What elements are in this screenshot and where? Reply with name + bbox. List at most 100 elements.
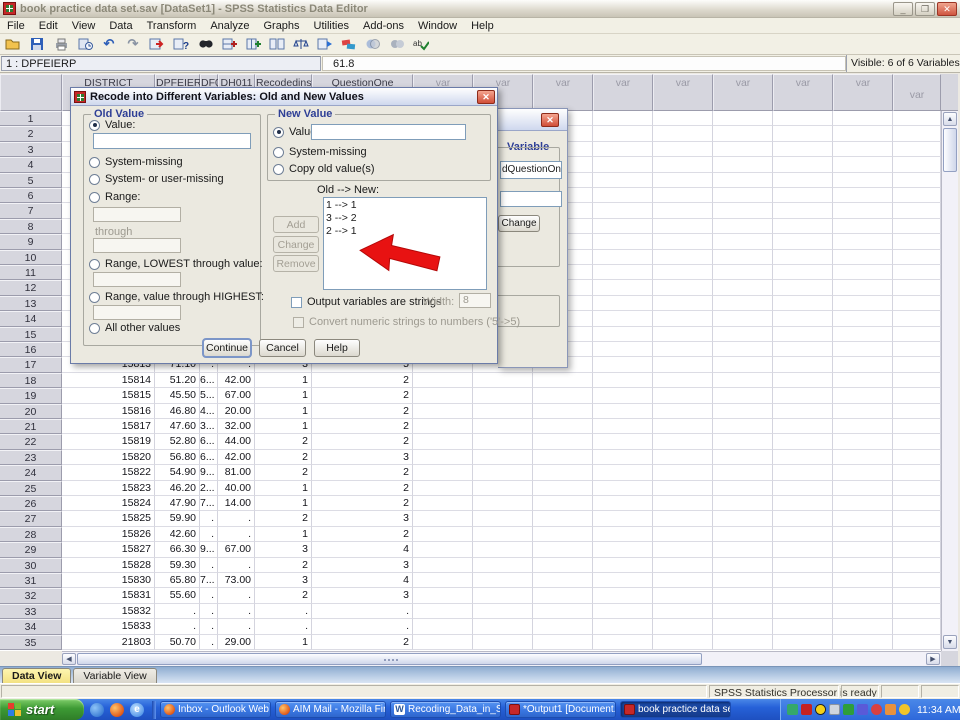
cell[interactable]: 6...	[200, 434, 218, 449]
cell[interactable]: 67.00	[218, 388, 255, 403]
cell[interactable]: 9...	[200, 542, 218, 557]
cell[interactable]	[713, 588, 773, 603]
cell[interactable]	[773, 635, 833, 650]
cell[interactable]	[413, 511, 473, 526]
cell[interactable]	[653, 619, 713, 634]
cell[interactable]: .	[200, 635, 218, 650]
cell[interactable]: .	[218, 527, 255, 542]
cell[interactable]	[713, 419, 773, 434]
cell[interactable]: .	[155, 604, 200, 619]
cell[interactable]	[773, 203, 833, 218]
horizontal-scroll-thumb[interactable]	[77, 653, 702, 665]
cell[interactable]	[593, 188, 653, 203]
cell[interactable]: .	[312, 619, 413, 634]
range-highest-radio[interactable]: Range, value through HIGHEST:	[89, 291, 264, 303]
cell[interactable]	[833, 465, 893, 480]
cell[interactable]	[653, 265, 713, 280]
cell[interactable]	[833, 450, 893, 465]
cell[interactable]	[713, 635, 773, 650]
output-variable-name-field[interactable]: dQuestionOne	[500, 161, 562, 179]
remove-button[interactable]: Remove	[273, 255, 319, 272]
copy-old-values-radio[interactable]: Copy old value(s)	[273, 163, 375, 175]
cell[interactable]	[473, 404, 533, 419]
cell[interactable]: 52.80	[155, 434, 200, 449]
cell[interactable]	[533, 404, 593, 419]
old-system-missing-radio[interactable]: System-missing	[89, 156, 183, 168]
cell[interactable]	[833, 296, 893, 311]
cell[interactable]	[713, 280, 773, 295]
cell[interactable]: 2...	[200, 481, 218, 496]
cell[interactable]	[473, 450, 533, 465]
cell[interactable]	[593, 265, 653, 280]
cell[interactable]	[593, 250, 653, 265]
old-value-input[interactable]	[93, 133, 251, 149]
tray-icon-network[interactable]	[857, 704, 868, 715]
row-number[interactable]: 10	[0, 250, 62, 265]
cell-reference[interactable]: 1 : DPFEIERP	[1, 56, 321, 71]
cell[interactable]	[593, 496, 653, 511]
cell[interactable]: 51.20	[155, 373, 200, 388]
tab-data-view[interactable]: Data View	[2, 668, 71, 683]
cell[interactable]: 21803	[62, 635, 155, 650]
cell[interactable]	[833, 173, 893, 188]
cell[interactable]: 1	[255, 419, 312, 434]
cell[interactable]	[593, 511, 653, 526]
cell[interactable]	[593, 311, 653, 326]
cell[interactable]: 15815	[62, 388, 155, 403]
cell[interactable]	[473, 481, 533, 496]
cell[interactable]	[833, 419, 893, 434]
output-strings-checkbox[interactable]	[291, 297, 302, 308]
cell[interactable]: 45.50	[155, 388, 200, 403]
cell[interactable]	[833, 481, 893, 496]
row-number[interactable]: 20	[0, 404, 62, 419]
cell[interactable]: .	[155, 619, 200, 634]
cell[interactable]	[833, 280, 893, 295]
cell[interactable]	[713, 481, 773, 496]
cell[interactable]	[653, 188, 713, 203]
cell[interactable]	[893, 234, 941, 249]
row-number[interactable]: 18	[0, 373, 62, 388]
scroll-right-icon[interactable]: ▶	[926, 653, 940, 665]
cell[interactable]	[833, 619, 893, 634]
cell[interactable]	[653, 527, 713, 542]
cell[interactable]	[713, 604, 773, 619]
cell[interactable]	[473, 496, 533, 511]
cell[interactable]	[713, 311, 773, 326]
cell[interactable]	[653, 327, 713, 342]
taskbar-item-1[interactable]: Inbox - Outlook Web ...	[160, 701, 271, 718]
cell[interactable]: 15819	[62, 434, 155, 449]
menu-add-ons[interactable]: Add-ons	[356, 19, 411, 33]
cell[interactable]	[773, 450, 833, 465]
cell[interactable]	[893, 558, 941, 573]
cell[interactable]	[653, 203, 713, 218]
cell[interactable]	[833, 604, 893, 619]
row-number[interactable]: 21	[0, 419, 62, 434]
start-button[interactable]: start	[0, 699, 84, 720]
cell[interactable]	[893, 542, 941, 557]
cell[interactable]: 1	[255, 496, 312, 511]
cell[interactable]	[893, 188, 941, 203]
cell[interactable]	[473, 635, 533, 650]
cell[interactable]	[773, 250, 833, 265]
menu-view[interactable]: View	[65, 19, 103, 33]
row-number[interactable]: 35	[0, 635, 62, 650]
tray-icon-1[interactable]	[787, 704, 798, 715]
cell[interactable]	[653, 419, 713, 434]
cell[interactable]	[653, 357, 713, 372]
cell[interactable]	[653, 373, 713, 388]
cell[interactable]: 15825	[62, 511, 155, 526]
cell[interactable]	[833, 327, 893, 342]
cell[interactable]: .	[200, 527, 218, 542]
row-number[interactable]: 23	[0, 450, 62, 465]
cell[interactable]	[773, 111, 833, 126]
cell[interactable]	[653, 450, 713, 465]
cell[interactable]: 81.00	[218, 465, 255, 480]
old-system-user-missing-radio[interactable]: System- or user-missing	[89, 173, 224, 185]
cell[interactable]: 46.20	[155, 481, 200, 496]
cell[interactable]: 29.00	[218, 635, 255, 650]
row-number[interactable]: 12	[0, 280, 62, 295]
cell[interactable]	[893, 373, 941, 388]
cell[interactable]	[773, 542, 833, 557]
cell[interactable]	[593, 219, 653, 234]
split-file-icon[interactable]	[268, 36, 286, 52]
